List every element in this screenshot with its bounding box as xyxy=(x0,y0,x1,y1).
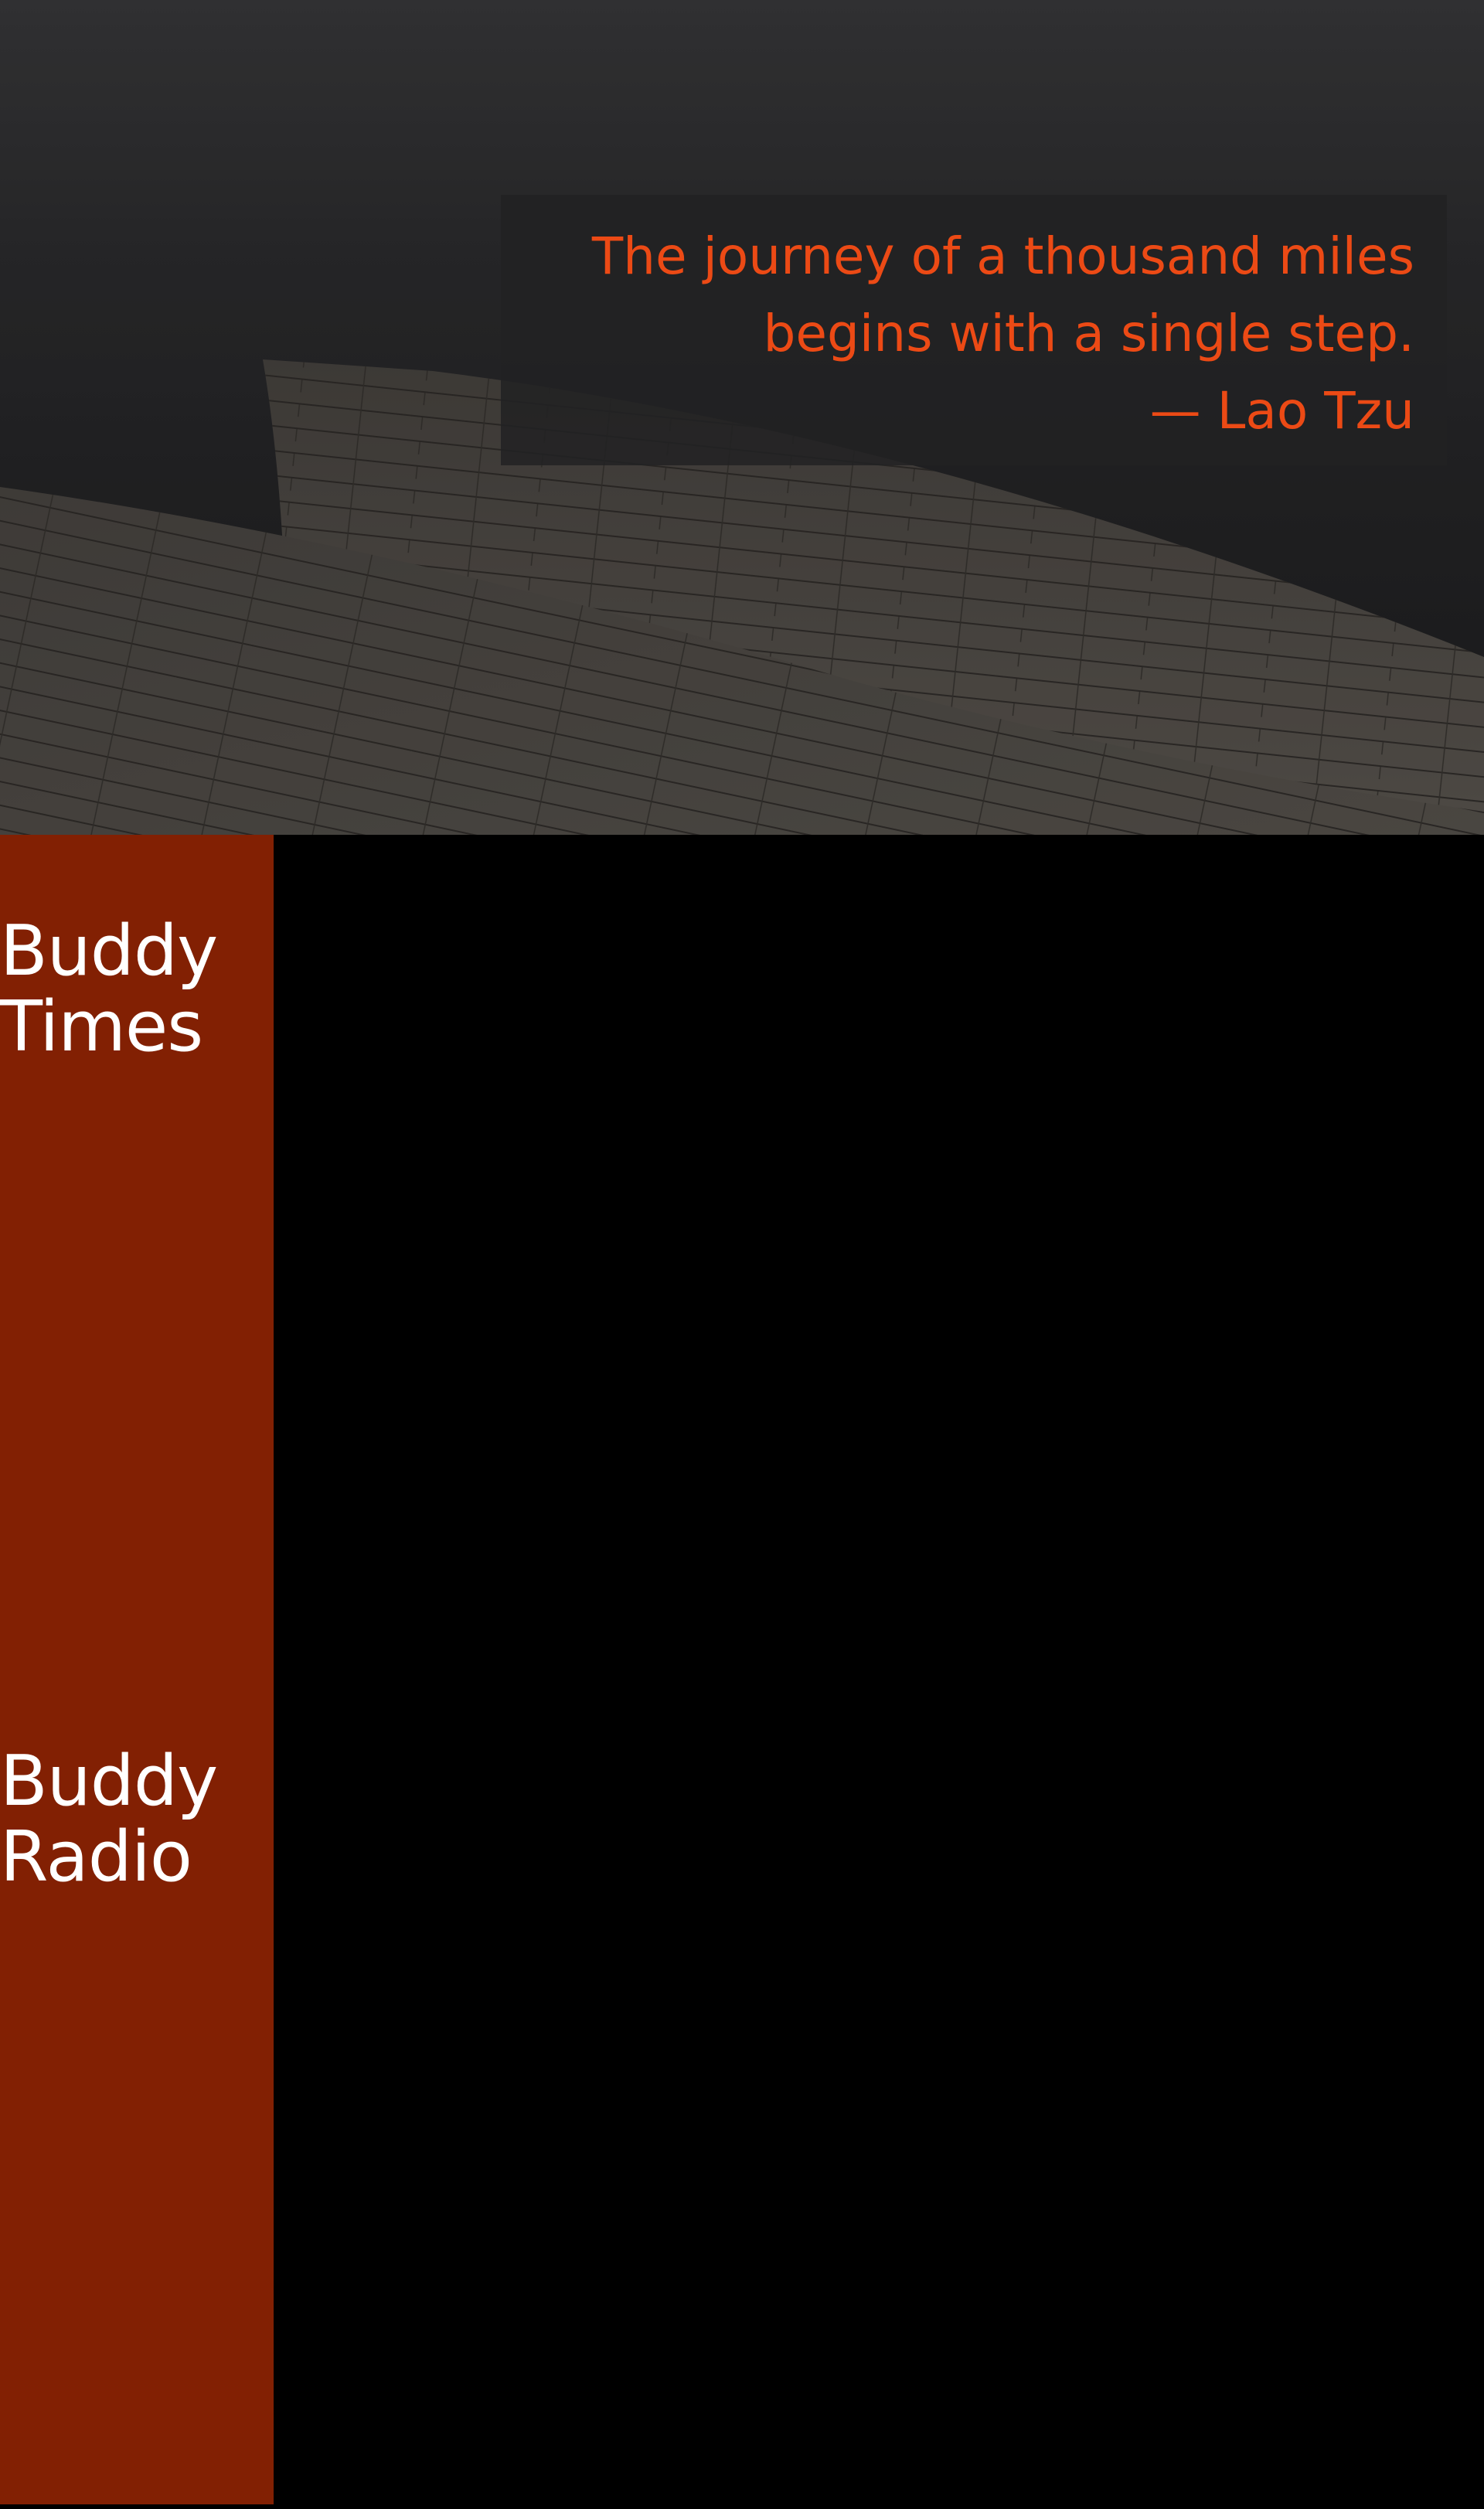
main-content-panel xyxy=(274,835,1484,2504)
sidebar-item-label: Times xyxy=(0,986,203,1067)
quote-text-line-2: begins with a single step. xyxy=(763,304,1414,363)
sidebar xyxy=(0,835,274,2504)
quote-box: The journey of a thousand miles begins w… xyxy=(501,195,1447,465)
hero-banner: The journey of a thousand miles begins w… xyxy=(0,0,1484,835)
sidebar-item-buddy-times[interactable]: Buddy Times xyxy=(0,914,274,1065)
sidebar-item-buddy-radio[interactable]: Buddy Radio xyxy=(0,1744,274,1895)
quote-text-line-1: The journey of a thousand miles xyxy=(591,226,1414,286)
quote-author: — Lao Tzu xyxy=(1149,381,1414,441)
sidebar-item-label: Buddy xyxy=(0,911,218,992)
sidebar-item-label: Buddy xyxy=(0,1741,218,1822)
sidebar-item-label: Radio xyxy=(0,1816,192,1898)
